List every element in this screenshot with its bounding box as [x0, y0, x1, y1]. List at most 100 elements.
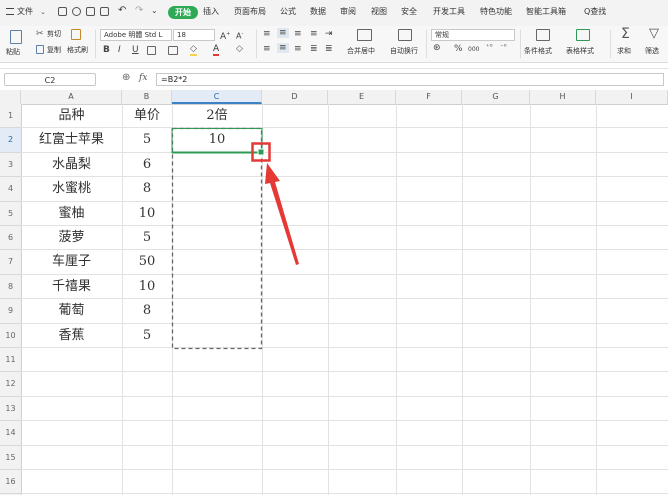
- column-header-b[interactable]: B: [122, 90, 172, 104]
- tab-view[interactable]: 视图: [371, 6, 387, 18]
- fx-icon[interactable]: fx: [139, 73, 147, 83]
- bold-button[interactable]: B: [103, 45, 110, 56]
- tab-review[interactable]: 审阅: [340, 6, 356, 18]
- cell-unit-price[interactable]: 5: [122, 324, 172, 348]
- fill-color-icon[interactable]: ◇: [190, 44, 197, 56]
- copy-button[interactable]: 复制: [47, 46, 61, 55]
- border-icon[interactable]: [147, 46, 156, 55]
- cell-fruit-name[interactable]: 千禧果: [21, 275, 122, 299]
- table-style-icon[interactable]: [576, 29, 590, 41]
- conditional-format-icon[interactable]: [536, 29, 550, 41]
- wrap-text-button[interactable]: 自动换行: [390, 47, 418, 56]
- merge-center-button[interactable]: 合并居中: [347, 47, 375, 56]
- formula-input[interactable]: =B2*2: [156, 73, 664, 86]
- cut-button[interactable]: 剪切: [47, 30, 61, 39]
- cell-fruit-name[interactable]: 蜜柚: [21, 202, 122, 226]
- search-button[interactable]: Q查找: [584, 6, 606, 18]
- cell-unit-price[interactable]: 5: [122, 128, 172, 152]
- merge-center-icon[interactable]: [357, 29, 372, 41]
- cell-a1-header[interactable]: 品种: [21, 104, 122, 128]
- undo-icon[interactable]: ↶: [118, 5, 126, 16]
- font-name-select[interactable]: Adobe 明體 Std L: [100, 29, 172, 41]
- format-painter-button[interactable]: 格式刷: [67, 46, 88, 55]
- cell-unit-price[interactable]: 6: [122, 153, 172, 177]
- row-header[interactable]: 2: [0, 128, 21, 153]
- cell-fruit-name[interactable]: 红富士苹果: [21, 128, 122, 152]
- increase-decimal-icon[interactable]: ⁺⁰: [486, 43, 493, 51]
- paste-icon[interactable]: [10, 30, 22, 44]
- align-right-icon[interactable]: ≡: [294, 44, 302, 54]
- column-header-g[interactable]: G: [462, 90, 530, 104]
- currency-icon[interactable]: ⊛: [433, 43, 441, 53]
- row-header[interactable]: 1: [0, 104, 21, 129]
- column-header-e[interactable]: E: [328, 90, 396, 104]
- row-header[interactable]: 3: [0, 153, 21, 178]
- row-header[interactable]: 16: [0, 470, 21, 495]
- fill-pattern-icon[interactable]: [168, 46, 178, 55]
- align-top-icon[interactable]: ≡: [263, 29, 271, 39]
- row-header[interactable]: 7: [0, 250, 21, 275]
- underline-button[interactable]: U: [132, 45, 139, 56]
- row-header[interactable]: 12: [0, 372, 21, 397]
- tab-formula[interactable]: 公式: [280, 6, 296, 18]
- tab-page-layout[interactable]: 页面布局: [234, 6, 266, 18]
- column-header-h[interactable]: H: [530, 90, 596, 104]
- font-size-select[interactable]: 18: [173, 29, 215, 41]
- cell-c2-value[interactable]: 10: [172, 128, 262, 152]
- chevron-down-icon[interactable]: ⌄: [40, 8, 46, 16]
- select-all-corner[interactable]: [0, 90, 21, 104]
- clear-format-icon[interactable]: ◇: [236, 44, 243, 54]
- more-icon[interactable]: ⌄: [151, 6, 158, 15]
- export-icon[interactable]: [72, 7, 81, 16]
- cell-unit-price[interactable]: 50: [122, 250, 172, 274]
- indent-icon[interactable]: ⇥: [325, 29, 333, 39]
- filter-icon[interactable]: ▽: [649, 26, 659, 41]
- row-header[interactable]: 10: [0, 324, 21, 348]
- tab-security[interactable]: 安全: [401, 6, 417, 18]
- percent-button[interactable]: %: [454, 44, 463, 55]
- tab-special-features[interactable]: 特色功能: [480, 6, 512, 18]
- column-header-i[interactable]: I: [596, 90, 668, 104]
- cell-unit-price[interactable]: 10: [122, 202, 172, 226]
- format-painter-icon[interactable]: [71, 29, 81, 40]
- name-box[interactable]: C2: [4, 73, 96, 86]
- italic-button[interactable]: I: [118, 45, 121, 56]
- cell-fruit-name[interactable]: 水晶梨: [21, 153, 122, 177]
- tab-data[interactable]: 数据: [310, 6, 326, 18]
- file-menu[interactable]: 文件: [17, 6, 33, 18]
- justify-icon[interactable]: ≣: [310, 44, 318, 54]
- distribute-icon[interactable]: ≣: [325, 44, 333, 54]
- print-icon[interactable]: [86, 7, 95, 16]
- cell-fruit-name[interactable]: 香蕉: [21, 324, 122, 348]
- hamburger-icon[interactable]: [6, 8, 14, 15]
- filter-button[interactable]: 筛选: [645, 47, 659, 56]
- thousands-button[interactable]: 000: [468, 44, 479, 55]
- row-header[interactable]: 5: [0, 202, 21, 226]
- wrap-text-icon[interactable]: [398, 29, 412, 41]
- sheet-grid[interactable]: 品种 单价 2倍 红富士苹果 5 水晶梨 6 水蜜桃 8 蜜柚 10 菠萝 5 车厘子 50 千禧果 10 葡萄 8…: [21, 104, 668, 495]
- row-header[interactable]: 4: [0, 177, 21, 202]
- tab-home[interactable]: 开始: [168, 6, 198, 19]
- copy-icon[interactable]: [36, 45, 44, 54]
- row-header[interactable]: 14: [0, 421, 21, 446]
- zoom-search-icon[interactable]: ⊕: [122, 72, 130, 83]
- increase-font-size-button[interactable]: A+: [220, 29, 230, 43]
- print-preview-icon[interactable]: [100, 7, 109, 16]
- align-left-icon[interactable]: ≡: [263, 44, 271, 54]
- sum-button[interactable]: 求和: [617, 47, 631, 56]
- align-center-icon[interactable]: ≡: [277, 43, 289, 53]
- sum-icon[interactable]: Σ: [621, 26, 630, 42]
- tab-developer[interactable]: 开发工具: [433, 6, 465, 18]
- column-header-c[interactable]: C: [172, 90, 262, 104]
- row-header[interactable]: 8: [0, 275, 21, 300]
- number-format-select[interactable]: 常规: [431, 29, 515, 41]
- cell-unit-price[interactable]: 8: [122, 177, 172, 201]
- align-bottom-icon[interactable]: ≡: [294, 29, 302, 39]
- cell-fruit-name[interactable]: 水蜜桃: [21, 177, 122, 201]
- decrease-decimal-icon[interactable]: ⁻⁰: [500, 43, 507, 51]
- cell-unit-price[interactable]: 8: [122, 299, 172, 323]
- font-color-icon[interactable]: A: [213, 44, 220, 56]
- tab-smart-toolbox[interactable]: 智能工具箱: [526, 6, 566, 18]
- cell-c1-header[interactable]: 2倍: [172, 104, 262, 128]
- row-header[interactable]: 6: [0, 226, 21, 251]
